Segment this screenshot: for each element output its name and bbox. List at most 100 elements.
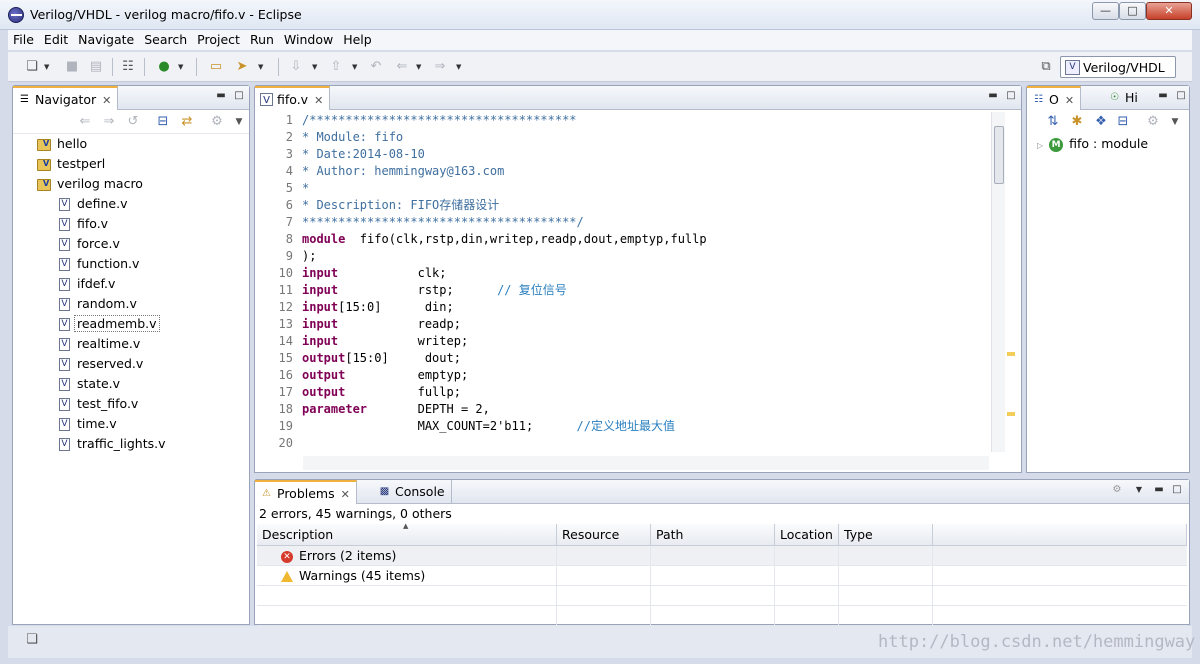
view-menu-icon[interactable]: ▼: [229, 112, 249, 132]
tree-file[interactable]: Vtest_fifo.v: [59, 394, 138, 414]
print-icon[interactable]: ▤: [86, 57, 106, 77]
code-line[interactable]: 20: [269, 435, 302, 452]
forward-icon[interactable]: ⇒: [99, 112, 119, 132]
minimize-button[interactable]: —: [1092, 2, 1119, 20]
horizontal-scrollbar[interactable]: [303, 456, 989, 470]
tab-hierarchy[interactable]: ☉ Hi: [1103, 86, 1144, 110]
tab-problems[interactable]: ⚠ Problems ✕: [255, 480, 357, 504]
code-line[interactable]: 7 **************************************/: [269, 214, 584, 231]
code-line[interactable]: 1 /*************************************: [269, 112, 577, 129]
last-edit-icon[interactable]: ↶: [366, 57, 386, 77]
minimize-icon[interactable]: ▬: [987, 90, 999, 102]
back-dropdown-icon[interactable]: ▼: [416, 57, 424, 77]
col-location[interactable]: Location: [775, 524, 839, 546]
close-icon[interactable]: ✕: [314, 94, 323, 107]
back-icon[interactable]: ⇐: [75, 112, 95, 132]
menu-project[interactable]: Project: [192, 30, 245, 50]
hide-fields-icon[interactable]: ❖: [1091, 112, 1111, 132]
tree-file[interactable]: Vtime.v: [59, 414, 117, 434]
expand-icon[interactable]: ▷: [1037, 141, 1043, 150]
save-icon[interactable]: ■: [62, 57, 82, 77]
code-line[interactable]: 6 * Description: FIFO存储器设计: [269, 197, 500, 214]
minimize-icon[interactable]: ▬: [215, 90, 227, 102]
fast-view-icon[interactable]: ❏: [22, 630, 42, 650]
tree-file[interactable]: Vfifo.v: [59, 214, 108, 234]
open-perspective-icon[interactable]: ⧉: [1036, 57, 1056, 77]
tree-file[interactable]: Vrandom.v: [59, 294, 137, 314]
prev-annotation-icon[interactable]: ⇧: [326, 57, 346, 77]
tab-console[interactable]: ▩ Console: [373, 480, 452, 504]
tree-project-verilog-macro[interactable]: verilog macro: [37, 174, 143, 194]
forward-icon[interactable]: ⇒: [430, 57, 450, 77]
col-path[interactable]: Path: [651, 524, 775, 546]
prev-annotation-dropdown-icon[interactable]: ▼: [352, 57, 360, 77]
perspective-button[interactable]: V Verilog/VHDL: [1060, 56, 1176, 78]
code-line[interactable]: 5 *: [269, 180, 309, 197]
binary-icon[interactable]: ☷: [118, 57, 138, 77]
menu-search[interactable]: Search: [139, 30, 192, 50]
open-folder-icon[interactable]: ▭: [206, 57, 226, 77]
close-icon[interactable]: ✕: [1065, 94, 1074, 107]
tree-project-hello[interactable]: hello: [37, 134, 87, 154]
menu-navigate[interactable]: Navigate: [73, 30, 139, 50]
next-annotation-dropdown-icon[interactable]: ▼: [312, 57, 320, 77]
tree-file[interactable]: Vdefine.v: [59, 194, 127, 214]
view-menu-icon[interactable]: ▼: [1165, 112, 1185, 132]
tree-file[interactable]: Vreserved.v: [59, 354, 143, 374]
run-dropdown-icon[interactable]: ▼: [178, 57, 186, 77]
code-line[interactable]: 9);: [269, 248, 317, 265]
minimize-icon[interactable]: ▬: [1157, 90, 1169, 102]
rocket-icon[interactable]: ➤: [232, 57, 252, 77]
view-menu-gear-icon[interactable]: ⚙: [1111, 484, 1123, 496]
code-line[interactable]: 15 output[15:0] dout;: [269, 350, 461, 367]
tab-navigator[interactable]: ☰ Navigator ✕: [13, 86, 119, 110]
outline-item-fifo[interactable]: ▷ Mfifo : module: [1037, 134, 1148, 154]
code-line[interactable]: 18 parameter DEPTH = 2,: [269, 401, 490, 418]
tree-file[interactable]: Vforce.v: [59, 234, 120, 254]
filter-icon[interactable]: ✱: [1067, 112, 1087, 132]
tab-outline[interactable]: ☷ O ✕: [1027, 86, 1082, 110]
col-type[interactable]: Type: [839, 524, 933, 546]
link-editor-icon[interactable]: ⇄: [177, 112, 197, 132]
new-file-icon[interactable]: ❏: [22, 57, 42, 77]
maximize-icon[interactable]: □: [1175, 90, 1187, 102]
tree-file[interactable]: Vifdef.v: [59, 274, 115, 294]
menu-window[interactable]: Window: [279, 30, 338, 50]
maximize-icon[interactable]: □: [1005, 90, 1017, 102]
sort-icon[interactable]: ⇅: [1043, 112, 1063, 132]
menu-file[interactable]: File: [8, 30, 39, 50]
tree-file[interactable]: Vstate.v: [59, 374, 120, 394]
collapse-all-icon[interactable]: ⊟: [1113, 112, 1133, 132]
table-row-errors[interactable]: ✕ Errors (2 items): [257, 546, 1187, 566]
code-line[interactable]: 14 input writep;: [269, 333, 469, 350]
menu-help[interactable]: Help: [338, 30, 377, 50]
close-icon[interactable]: ✕: [102, 94, 111, 107]
menu-edit[interactable]: Edit: [39, 30, 73, 50]
forward-dropdown-icon[interactable]: ▼: [456, 57, 464, 77]
code-line[interactable]: 12 input[15:0] din;: [269, 299, 454, 316]
code-line[interactable]: 13 input readp;: [269, 316, 461, 333]
table-row-warnings[interactable]: Warnings (45 items): [257, 566, 1187, 586]
run-icon[interactable]: ●: [154, 57, 174, 77]
close-icon[interactable]: ✕: [341, 488, 350, 501]
collapse-all-icon[interactable]: ⊟: [153, 112, 173, 132]
tree-project-testperl[interactable]: testperl: [37, 154, 105, 174]
col-resource[interactable]: Resource: [557, 524, 651, 546]
code-line[interactable]: 16 output emptyp;: [269, 367, 469, 384]
tree-file-selected[interactable]: Vreadmemb.v: [59, 314, 160, 334]
tab-fifo-v[interactable]: Vfifo.v ✕: [255, 86, 331, 110]
maximize-icon[interactable]: □: [1171, 484, 1183, 496]
minimize-icon[interactable]: ▬: [1153, 484, 1165, 496]
tree-file[interactable]: Vfunction.v: [59, 254, 139, 274]
code-line[interactable]: 17 output fullp;: [269, 384, 461, 401]
warning-marker[interactable]: [1007, 412, 1015, 416]
maximize-icon[interactable]: □: [233, 90, 245, 102]
code-line[interactable]: 11 input rstp; // 复位信号: [269, 282, 567, 299]
view-menu-gear-icon[interactable]: ⚙: [1143, 112, 1163, 132]
warning-marker[interactable]: [1007, 352, 1015, 356]
code-editor[interactable]: 1 /************************************* 2…: [269, 112, 989, 452]
tree-file[interactable]: Vtraffic_lights.v: [59, 434, 166, 454]
up-icon[interactable]: ↺: [123, 112, 143, 132]
code-line[interactable]: 4 * Author: hemmingway@163.com: [269, 163, 505, 180]
view-menu-gear-icon[interactable]: ⚙: [207, 112, 227, 132]
